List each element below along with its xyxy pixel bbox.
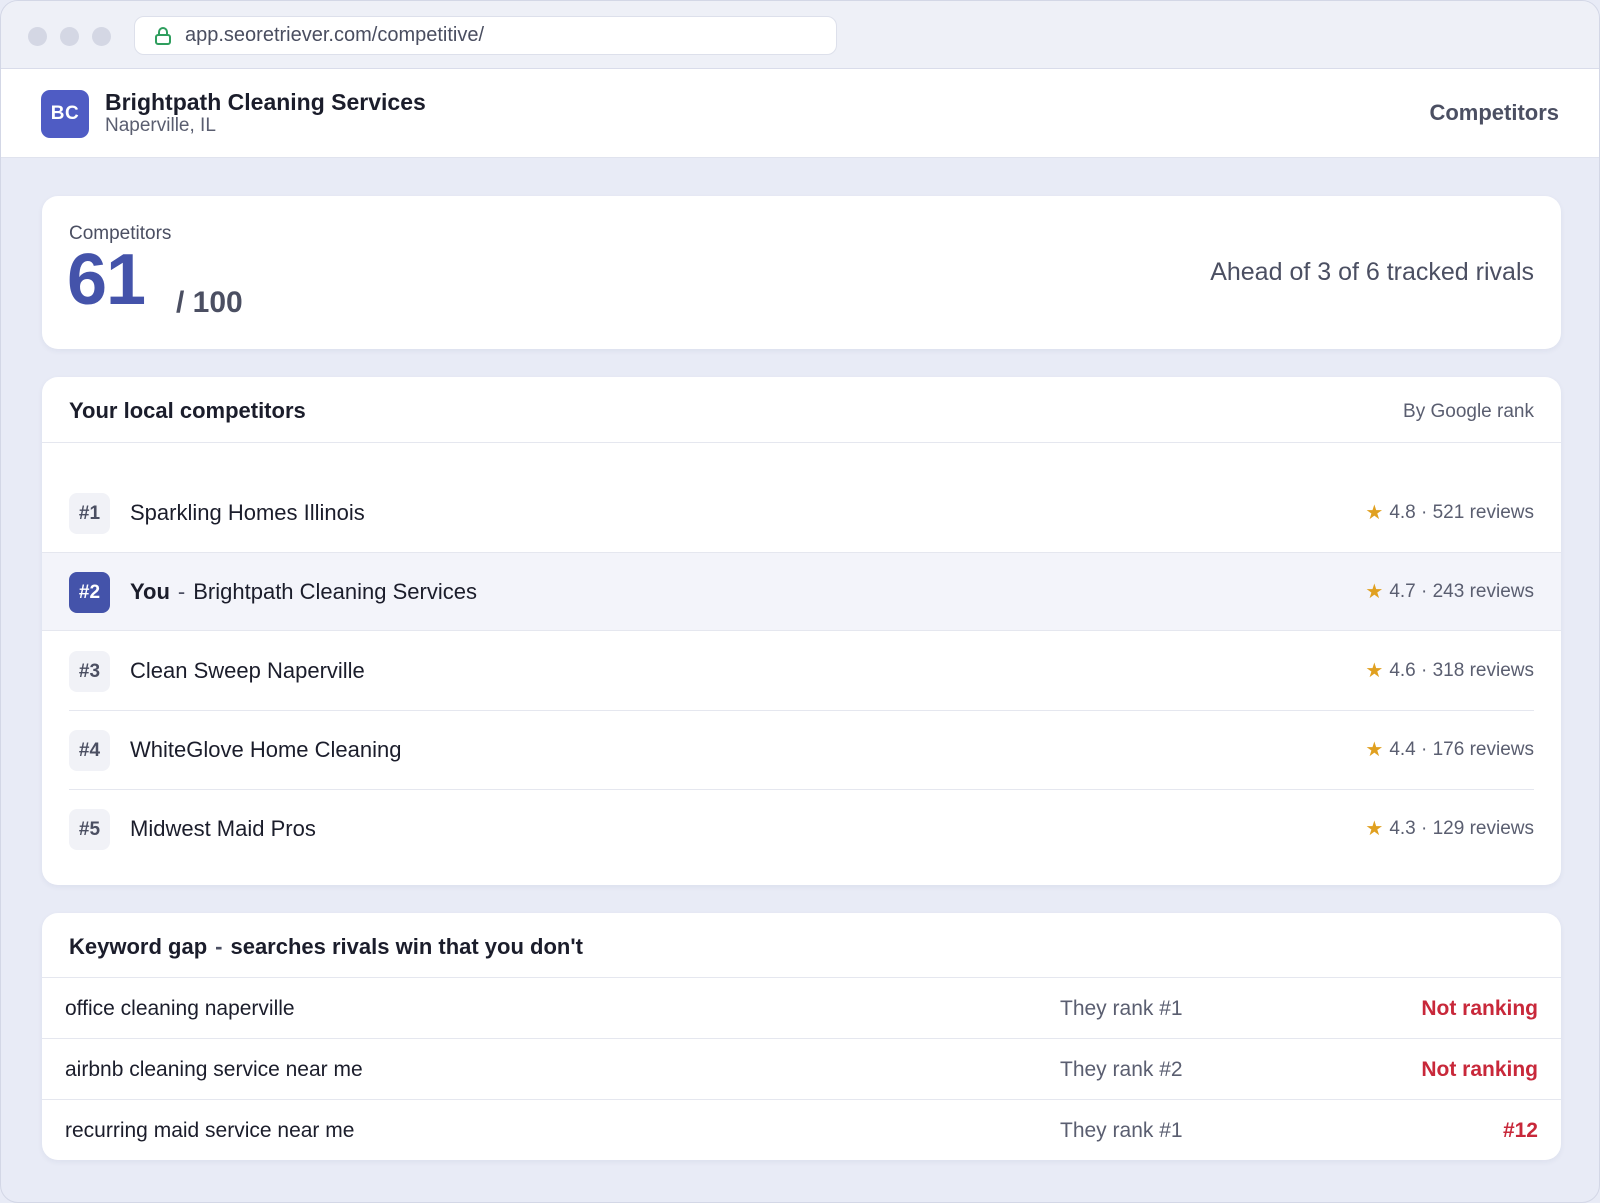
competitor-rating: ★ 4.7 · 243 reviews xyxy=(1365,581,1534,603)
rank-badge: #4 xyxy=(69,730,110,771)
gap-their-rank: They rank #1 xyxy=(1060,1119,1183,1142)
competitor-name: Sparkling Homes Illinois xyxy=(130,500,365,525)
your-business-name: Brightpath Cleaning Services xyxy=(193,579,477,604)
rating-text: 4.4 · 176 reviews xyxy=(1389,739,1534,760)
star-icon: ★ xyxy=(1365,581,1384,603)
star-icon: ★ xyxy=(1365,739,1384,761)
gap-keyword: airbnb cleaning service near me xyxy=(65,1058,363,1081)
competitor-row[interactable]: #1 Sparkling Homes Illinois ★ 4.8 · 521 … xyxy=(69,474,1534,553)
competitor-row[interactable]: #5 Midwest Maid Pros ★ 4.3 · 129 reviews xyxy=(69,790,1534,869)
window-close-button[interactable] xyxy=(28,27,47,46)
competitor-row[interactable]: #4 WhiteGlove Home Cleaning ★ 4.4 · 176 … xyxy=(69,711,1534,790)
you-tag: You xyxy=(130,579,170,604)
keyword-gap-row[interactable]: office cleaning naperville They rank #1 … xyxy=(42,978,1561,1039)
sort-label[interactable]: By Google rank xyxy=(1403,401,1534,423)
competitor-list: #1 Sparkling Homes Illinois ★ 4.8 · 521 … xyxy=(42,443,1561,869)
competitor-name: Midwest Maid Pros xyxy=(130,816,316,841)
keyword-gap-row[interactable]: recurring maid service near me They rank… xyxy=(42,1100,1561,1160)
competitor-score-card: Competitors 61 / 100 Ahead of 3 of 6 tra… xyxy=(42,196,1561,349)
score-summary: Ahead of 3 of 6 tracked rivals xyxy=(1210,258,1534,286)
score-value: 61 xyxy=(67,240,146,320)
keyword-gap-card: Keyword gap - searches rivals win that you… xyxy=(42,913,1561,1160)
rank-badge: #5 xyxy=(69,809,110,850)
keyword-gap-row[interactable]: airbnb cleaning service near me They ran… xyxy=(42,1039,1561,1100)
business-avatar: BC xyxy=(41,90,89,138)
score-max: / 100 xyxy=(176,286,243,319)
rating-text: 4.3 · 129 reviews xyxy=(1389,818,1534,839)
gap-keyword: recurring maid service near me xyxy=(65,1119,355,1142)
business-name: Brightpath Cleaning Services xyxy=(105,89,426,115)
nav-competitors[interactable]: Competitors xyxy=(1429,100,1559,126)
competitor-name: WhiteGlove Home Cleaning xyxy=(130,737,402,762)
rank-badge: #3 xyxy=(69,651,110,692)
window-minimize-button[interactable] xyxy=(60,27,79,46)
rank-badge: #2 xyxy=(69,572,110,613)
url-text[interactable]: app.seoretriever.com/competitive/ xyxy=(185,24,484,47)
competitor-rating: ★ 4.3 · 129 reviews xyxy=(1365,818,1534,840)
address-bar[interactable]: app.seoretriever.com/competitive/ xyxy=(134,16,837,55)
competitors-card-header: Your local competitors By Google rank xyxy=(42,377,1561,443)
competitor-row[interactable]: #3 Clean Sweep Naperville ★ 4.6 · 318 re… xyxy=(69,632,1534,711)
competitor-name: You - Brightpath Cleaning Services xyxy=(130,579,477,605)
competitor-rating: ★ 4.4 · 176 reviews xyxy=(1365,739,1534,761)
browser-window: app.seoretriever.com/competitive/ BC Bri… xyxy=(0,0,1600,1203)
star-icon: ★ xyxy=(1365,502,1384,524)
business-location: Naperville, IL xyxy=(105,115,216,136)
competitor-name: Clean Sweep Naperville xyxy=(130,658,365,683)
name-separator: - xyxy=(177,579,186,604)
competitor-row-you[interactable]: #2 You - Brightpath Cleaning Services ★ 4.… xyxy=(42,552,1561,631)
window-maximize-button[interactable] xyxy=(92,27,111,46)
rating-text: 4.6 · 318 reviews xyxy=(1389,660,1534,681)
lock-icon xyxy=(155,26,171,45)
keyword-gap-title: Keyword gap - searches rivals win that you… xyxy=(69,934,583,959)
competitor-rating: ★ 4.8 · 521 reviews xyxy=(1365,502,1534,524)
browser-chrome: app.seoretriever.com/competitive/ xyxy=(1,1,1599,69)
rank-badge: #1 xyxy=(69,493,110,534)
gap-their-rank: They rank #2 xyxy=(1060,1058,1183,1081)
gap-keyword: office cleaning naperville xyxy=(65,997,295,1020)
gap-their-rank: They rank #1 xyxy=(1060,997,1183,1020)
keyword-gap-header: Keyword gap - searches rivals win that you… xyxy=(42,913,1561,978)
star-icon: ★ xyxy=(1365,660,1384,682)
gap-your-rank: #12 xyxy=(1502,1119,1538,1142)
rating-text: 4.8 · 521 reviews xyxy=(1389,502,1534,523)
gap-your-rank: Not ranking xyxy=(1421,997,1538,1020)
local-competitors-card: Your local competitors By Google rank #1… xyxy=(42,377,1561,885)
rating-text: 4.7 · 243 reviews xyxy=(1389,581,1534,602)
app-header: BC Brightpath Cleaning Services Napervil… xyxy=(1,69,1599,158)
competitors-title: Your local competitors xyxy=(69,398,306,423)
competitor-rating: ★ 4.6 · 318 reviews xyxy=(1365,660,1534,682)
star-icon: ★ xyxy=(1365,818,1384,840)
gap-your-rank: Not ranking xyxy=(1421,1058,1538,1081)
